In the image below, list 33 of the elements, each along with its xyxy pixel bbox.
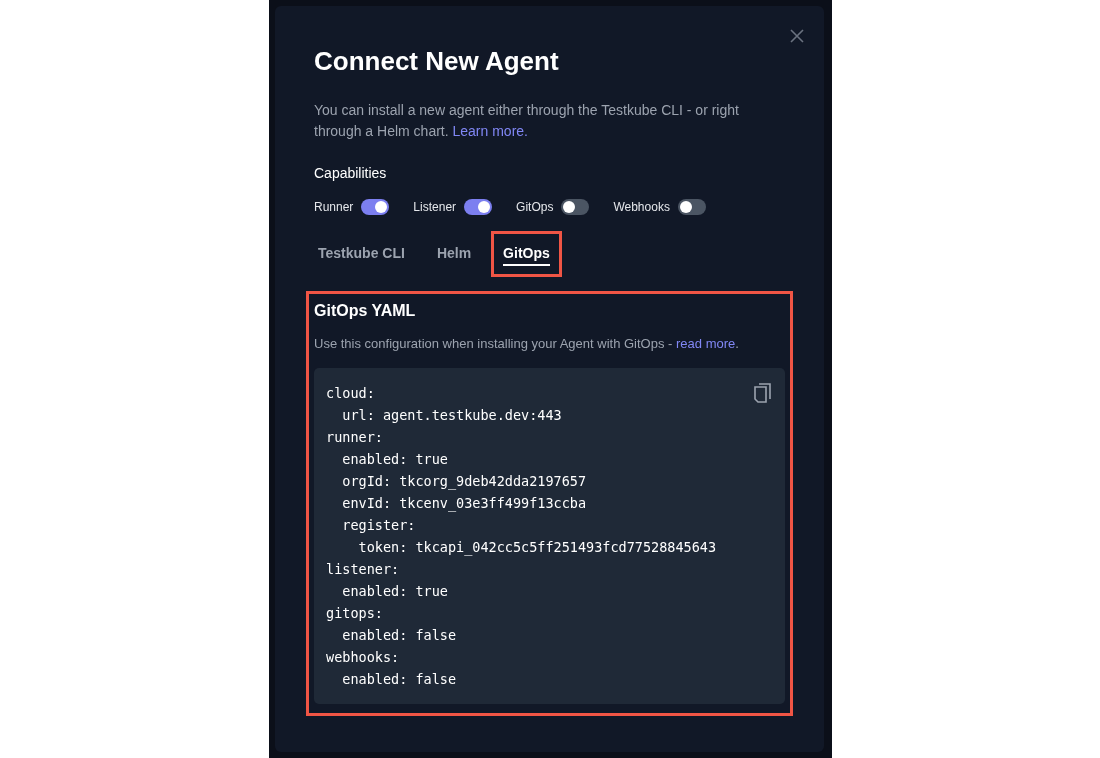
code-line: cloud: <box>326 384 375 403</box>
copy-icon[interactable] <box>753 381 773 403</box>
code-line: listener: <box>326 560 400 579</box>
toggle-switch[interactable] <box>464 199 493 215</box>
code-line: token: tkcapi_042cc5c5ff251493fcd77528845643 <box>357 538 717 558</box>
close-icon[interactable] <box>790 29 804 43</box>
tab[interactable]: Testkube CLI <box>306 231 417 277</box>
toggle-switch[interactable] <box>361 199 390 215</box>
code-line: webhooks: <box>326 648 400 667</box>
code-line: enabled: false <box>341 670 457 689</box>
section-description: Use this configuration when installing your Agent with GitOps - read more. <box>314 335 740 353</box>
code-line: gitops: <box>326 604 383 623</box>
code-line: enabled: true <box>341 450 448 469</box>
dialog-description: You can install a new agent either through the Testkube CLI - or right through a Helm chart. Learn more. <box>314 101 740 141</box>
capability-label: Webhooks <box>613 200 670 214</box>
capability-label: Listener <box>413 200 457 214</box>
capabilities-label: Capabilities <box>314 164 388 182</box>
code-line: runner: <box>326 428 383 447</box>
code-line: enabled: false <box>341 626 457 645</box>
learn-more-link[interactable]: Learn more. <box>452 123 528 139</box>
code-line: envId: tkcenv_03e3ff499f13ccba <box>341 494 587 514</box>
code-line: enabled: true <box>341 582 448 601</box>
tab[interactable]: GitOps <box>491 231 562 277</box>
toggle-switch[interactable] <box>561 199 590 215</box>
tab[interactable]: Helm <box>424 231 484 277</box>
capability-label: GitOps <box>516 200 554 214</box>
capability-label: Runner <box>314 200 354 214</box>
code-line: orgId: tkcorg_9deb42dda2197657 <box>341 472 587 492</box>
section-heading: GitOps YAML <box>314 301 417 321</box>
code-line: url: agent.testkube.dev:443 <box>341 406 562 425</box>
toggle-switch[interactable] <box>677 199 706 215</box>
code-line: register: <box>341 516 416 535</box>
dialog-title: Connect New Agent <box>314 46 560 76</box>
